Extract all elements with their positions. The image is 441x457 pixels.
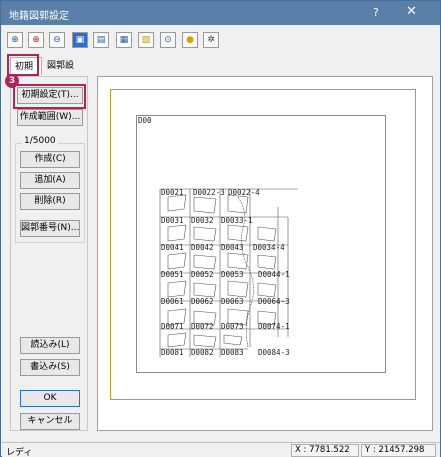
- parcel-label: D0033-1: [221, 216, 253, 225]
- parcel-label: D0053: [221, 270, 244, 279]
- parcel-label: D0083: [221, 348, 244, 357]
- parcel-label: D0074-1: [258, 322, 290, 331]
- initial-settings-button[interactable]: 初期設定(T)...: [17, 87, 83, 104]
- map-preview[interactable]: D00 D0021 D0022-3 D0022-4 D0031 D0032 D0…: [97, 76, 433, 431]
- parcel-label: D0082: [191, 348, 214, 357]
- parcel-label: D0052: [191, 270, 214, 279]
- view-icon[interactable]: ▣: [72, 32, 88, 48]
- window-title: 地籍図郭設定: [9, 11, 69, 22]
- parcel-label: D0073: [221, 322, 244, 331]
- status-text: レディ: [6, 448, 33, 457]
- parcel-label: D0084-3: [258, 348, 290, 357]
- parcel-label: D0032: [191, 216, 214, 225]
- page-icon[interactable]: ▤: [93, 32, 109, 48]
- parcel-label: D0031: [161, 216, 184, 225]
- page-yellow-icon[interactable]: ▧: [138, 32, 154, 48]
- parcel-label: D0042: [191, 243, 214, 252]
- parcel-label: D0022-4: [228, 188, 260, 197]
- scale-label: 1/5000: [22, 136, 58, 146]
- map-drawing: D00 D0021 D0022-3 D0022-4 D0031 D0032 D0…: [138, 116, 298, 357]
- parcel-label: D0051: [161, 270, 184, 279]
- parcel-label: D0062: [191, 297, 214, 306]
- grid-icon[interactable]: ▦: [116, 32, 132, 48]
- create-button[interactable]: 作成(C): [20, 151, 80, 168]
- title-bar: 地籍図郭設定 ? ✕: [1, 1, 440, 25]
- load-button[interactable]: 読込み(L): [20, 337, 80, 354]
- tab-highlight: [7, 54, 39, 76]
- tab-frame-settings[interactable]: 図郭設定: [43, 57, 83, 89]
- add-button[interactable]: 追加(A): [20, 172, 80, 189]
- parcel-label: D0041: [161, 243, 184, 252]
- zoom-find-icon[interactable]: ⊙: [160, 32, 176, 48]
- parcel-label: D0034-4: [253, 243, 285, 252]
- status-bar: レディ X : 7781.522 Y : 21457.298: [2, 442, 440, 457]
- frame-number-button[interactable]: 図郭番号(N)...: [20, 220, 80, 237]
- ok-button[interactable]: OK: [20, 390, 80, 407]
- parcel-label: D0064-3: [258, 297, 290, 306]
- parcel-label: D0043: [221, 243, 244, 252]
- parcel-label: D0061: [161, 297, 184, 306]
- close-button[interactable]: ✕: [406, 4, 417, 19]
- create-range-button[interactable]: 作成範囲(W)...: [17, 109, 83, 126]
- parcel-label: D0044-1: [258, 270, 290, 279]
- help-button[interactable]: ?: [373, 6, 379, 19]
- y-coordinate: Y : 21457.298: [361, 444, 436, 457]
- parcel-label: D0071: [161, 322, 184, 331]
- zoom-in-red-icon[interactable]: ⊕: [28, 32, 44, 48]
- gear-icon[interactable]: ✲: [203, 32, 219, 48]
- parcel-label: D0072: [191, 322, 214, 331]
- left-panel: [10, 76, 88, 431]
- zoom-in-icon[interactable]: ⊕: [7, 32, 23, 48]
- save-button[interactable]: 書込み(S): [20, 359, 80, 376]
- x-coordinate: X : 7781.522: [291, 444, 359, 457]
- dialog-window: 地籍図郭設定 ? ✕ ⊕ ⊕ ⊖ ▣ ▤ ▦ ▧ ⊙ ● ✲ 初期 図郭設定 3…: [0, 0, 441, 457]
- parcel-label: D0081: [161, 348, 184, 357]
- bulb-icon[interactable]: ●: [182, 32, 198, 48]
- delete-button[interactable]: 削除(R): [20, 193, 80, 210]
- parcel-label: D0063: [221, 297, 244, 306]
- parcel-label: D0022-3: [193, 188, 225, 197]
- parcel-label: D0021: [161, 188, 184, 197]
- frame-label: D00: [138, 116, 152, 125]
- cancel-button[interactable]: キャンセル: [20, 413, 80, 430]
- step-badge: 3: [5, 74, 19, 88]
- zoom-out-icon[interactable]: ⊖: [49, 32, 65, 48]
